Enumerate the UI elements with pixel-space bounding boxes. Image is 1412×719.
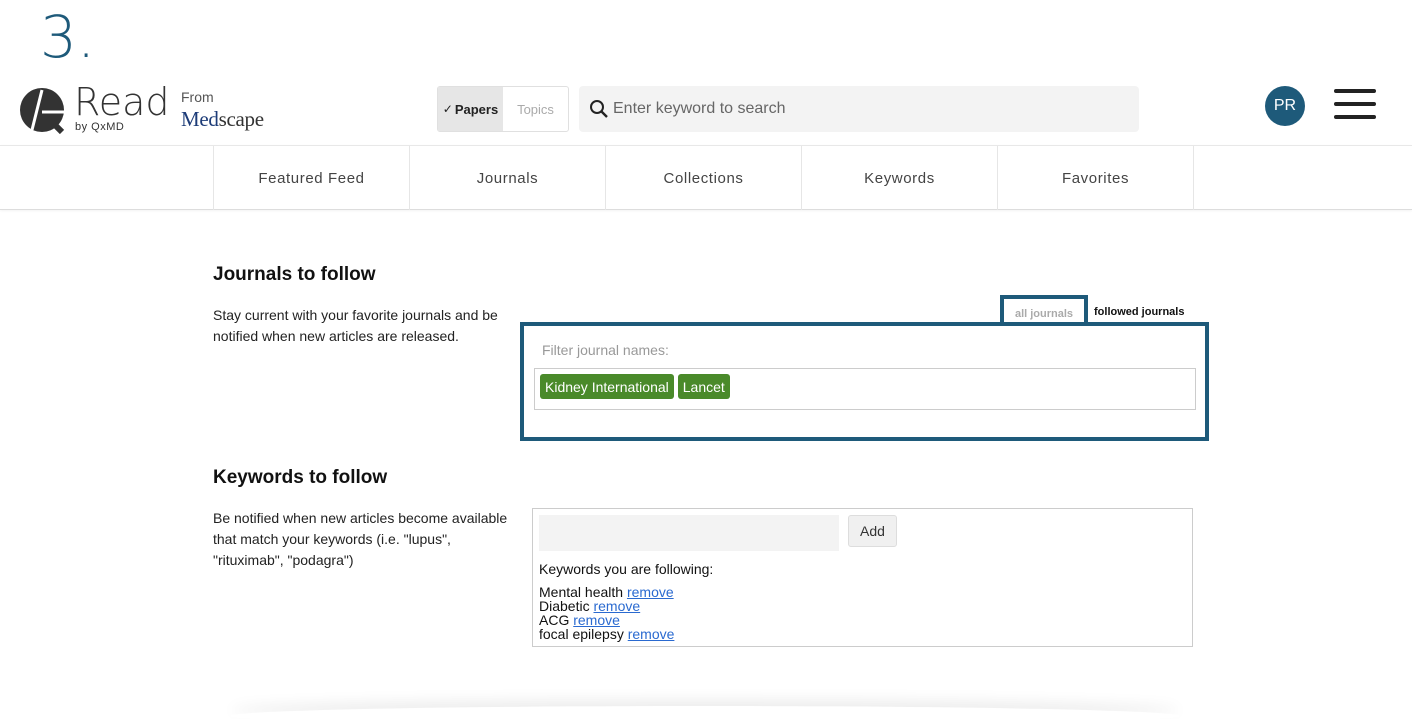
medscape-med: Med: [181, 107, 219, 131]
logo-text: Read: [74, 80, 170, 124]
add-keyword-button[interactable]: Add: [848, 515, 897, 547]
keywords-title: Keywords to follow: [213, 467, 388, 488]
keyword-label: focal epilepsy: [539, 626, 624, 642]
medscape-logo: Medscape: [181, 107, 264, 132]
tab-followed-journals[interactable]: followed journals: [1094, 306, 1184, 318]
nav-featured-feed[interactable]: Featured Feed: [214, 146, 410, 210]
list-item: Mental health remove: [539, 585, 674, 599]
footer-shadow: [230, 706, 1180, 719]
toggle-topics[interactable]: Topics: [503, 87, 568, 131]
keyword-list: Mental health remove Diabetic remove ACG…: [539, 585, 674, 641]
search-input[interactable]: [613, 100, 1113, 118]
toggle-papers[interactable]: ✓ Papers: [438, 87, 503, 131]
search-icon: [590, 100, 608, 118]
medscape-scape: scape: [218, 107, 264, 131]
journal-filter-panel: Filter journal names: Kidney Internation…: [520, 322, 1209, 441]
tab-all-journals[interactable]: all journals: [1000, 295, 1088, 325]
logo-subtitle: by QxMD: [75, 121, 125, 133]
avatar[interactable]: PR: [1265, 86, 1305, 126]
keywords-description: Be notified when new articles become ava…: [213, 510, 508, 568]
hamburger-menu-icon[interactable]: [1334, 89, 1376, 123]
nav-collections[interactable]: Collections: [606, 146, 802, 210]
journals-title: Journals to follow: [213, 264, 376, 285]
filter-label: Filter journal names:: [542, 342, 669, 358]
toggle-papers-label: Papers: [454, 101, 499, 117]
nav-keywords[interactable]: Keywords: [802, 146, 998, 210]
list-item: ACG remove: [539, 613, 674, 627]
read-logo-icon[interactable]: [18, 86, 66, 134]
nav-journals[interactable]: Journals: [410, 146, 606, 210]
remove-keyword-link[interactable]: remove: [628, 626, 675, 642]
check-icon: ✓: [442, 102, 453, 116]
search-bar: [579, 86, 1139, 132]
keyword-input[interactable]: [539, 515, 839, 551]
from-label: From: [181, 89, 214, 105]
journal-tag[interactable]: Lancet: [677, 374, 730, 399]
main-nav: Featured Feed Journals Collections Keywo…: [0, 145, 1412, 210]
journal-tag-field[interactable]: Kidney International Lancet: [534, 368, 1196, 410]
list-item: focal epilepsy remove: [539, 627, 674, 641]
content-type-toggle: ✓ Papers Topics: [437, 86, 569, 132]
keywords-panel: Add Keywords you are following: Mental h…: [532, 508, 1193, 647]
keywords-following-heading: Keywords you are following:: [539, 561, 714, 577]
journal-tag[interactable]: Kidney International: [540, 374, 674, 399]
list-item: Diabetic remove: [539, 599, 674, 613]
journals-description: Stay current with your favorite journals…: [213, 307, 498, 344]
nav-favorites[interactable]: Favorites: [998, 146, 1194, 210]
step-number: 3.: [40, 3, 96, 71]
